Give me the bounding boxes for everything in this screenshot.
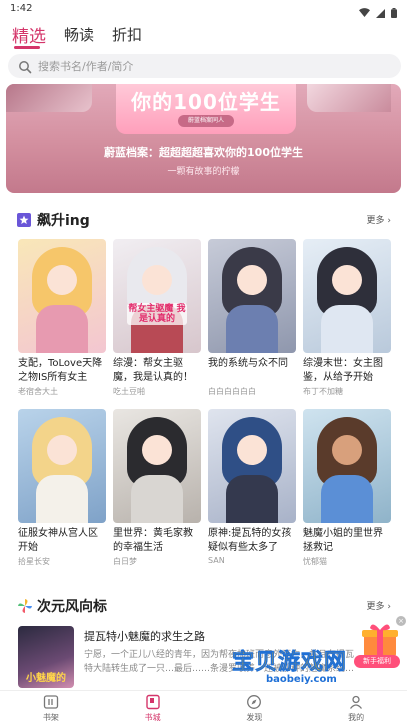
status-time: 1:42 <box>10 3 33 14</box>
tab-featured[interactable]: 精选 <box>12 22 46 47</box>
section-trend-more-link[interactable]: 更多 › <box>367 599 392 612</box>
book-card[interactable]: 支配，ToLove天降之物IS所有女主 老宿舍大土 <box>18 239 106 397</box>
promo-banner[interactable]: 你的100位学生 蔚蓝档案同人 蔚蓝档案：超超超超喜欢你的100位学生 一颗有故… <box>6 84 401 193</box>
nav-label: 发现 <box>246 713 263 722</box>
banner-title: 蔚蓝档案：超超超超喜欢你的100位学生 <box>104 146 303 159</box>
banner-card: 你的100位学生 蔚蓝档案同人 <box>116 84 296 134</box>
book-cover <box>18 239 106 353</box>
tab-discount[interactable]: 折扣 <box>112 24 142 45</box>
compass-icon <box>246 694 262 710</box>
book-card[interactable]: 里世界：黄毛家教的幸福生活 白日梦 <box>113 409 201 567</box>
chevron-right-icon: › <box>387 602 391 612</box>
book-author: 忧郁猫 <box>303 557 327 566</box>
close-icon[interactable]: × <box>396 616 406 626</box>
book-title: 综漫：帮女主驱魔，我是认真的！ <box>113 358 193 383</box>
status-bar: 1:42 <box>0 0 407 18</box>
book-author: 白日梦 <box>113 557 137 566</box>
list-book-description: 宁愿，一个正儿八经的青年，因为帮夜加班而意外死亡，并且在提瓦特大陆转生成了一只…… <box>84 650 355 674</box>
book-card[interactable]: 魅魔小姐的里世界拯救记 忧郁猫 <box>303 409 391 567</box>
nav-label: 我的 <box>348 713 365 722</box>
section-rising-header: 飙升ing 更多 › <box>0 208 407 232</box>
more-label: 更多 <box>366 602 385 612</box>
book-cover <box>18 409 106 523</box>
book-author: 吃土豆啪 <box>113 387 145 396</box>
book-card[interactable]: 征服女神从宫人区开始 拾星长安 <box>18 409 106 567</box>
book-author: 拾星长安 <box>18 557 50 566</box>
section-trend-title: 次元风向标 <box>37 599 107 615</box>
nav-discover[interactable]: 发现 <box>204 691 306 723</box>
book-icon <box>145 694 161 710</box>
nav-label: 书城 <box>144 713 161 722</box>
tab-unlimited-read[interactable]: 畅读 <box>64 24 94 45</box>
active-tab-indicator <box>14 46 40 49</box>
search-icon <box>18 59 32 74</box>
chevron-right-icon: › <box>387 216 391 226</box>
nav-label: 书架 <box>42 713 59 722</box>
search-bar[interactable]: 搜索书名/作者/简介 <box>8 54 401 78</box>
wifi-icon <box>359 8 370 17</box>
more-label: 更多 <box>366 216 385 226</box>
banner-subtitle: 一颗有故事的柠檬 <box>167 167 240 177</box>
list-cover-text: 小魅魔的 <box>26 673 66 684</box>
trend-list-item[interactable]: 小魅魔的 提瓦特小魅魔的求生之路 宁愿，一个正儿八经的青年，因为帮夜加班而意外死… <box>18 626 398 688</box>
banner-card-title: 你的100位学生 <box>131 90 281 114</box>
top-tabs: 精选 畅读 折扣 <box>0 18 407 50</box>
bookshelf-icon <box>43 694 59 710</box>
section-trend-header: 次元风向标 更多 › <box>0 594 407 618</box>
book-cover <box>303 239 391 353</box>
book-author: 老宿舍大土 <box>18 387 58 396</box>
list-book-title: 提瓦特小魅魔的求生之路 <box>84 630 205 643</box>
book-author: SAN <box>208 556 225 565</box>
book-title: 征服女神从宫人区开始 <box>18 528 98 553</box>
book-cover <box>208 409 296 523</box>
book-card[interactable]: 帮女主驱魔 我是认真的 综漫：帮女主驱魔，我是认真的！ 吃土豆啪 <box>113 239 201 397</box>
search-placeholder: 搜索书名/作者/简介 <box>38 60 134 73</box>
book-title: 里世界：黄毛家教的幸福生活 <box>113 528 193 553</box>
user-icon <box>348 694 364 710</box>
book-card[interactable]: 我的系统与众不同 白白白白白白 <box>208 239 296 397</box>
book-title: 支配，ToLove天降之物IS所有女主 <box>18 358 103 383</box>
book-title: 原神:提瓦特的女孩疑似有些太多了 <box>208 528 292 553</box>
banner-artwork-right <box>307 84 391 112</box>
cover-badge-text: 帮女主驱魔 我是认真的 <box>127 303 187 325</box>
pinwheel-icon <box>17 598 32 613</box>
list-book-cover: 小魅魔的 <box>18 626 74 688</box>
banner-artwork-left <box>6 84 92 112</box>
book-cover <box>113 409 201 523</box>
book-cover: 帮女主驱魔 我是认真的 <box>113 239 201 353</box>
section-rising-more-link[interactable]: 更多 › <box>367 213 392 226</box>
book-title: 综漫末世：女主图鉴，从给予开始 <box>303 358 383 383</box>
book-card[interactable]: 综漫末世：女主图鉴，从给予开始 布丁不加糖 <box>303 239 391 397</box>
book-title: 魅魔小姐的里世界拯救记 <box>303 528 383 553</box>
gift-label[interactable]: 新手福利 <box>354 655 400 668</box>
nav-bookshelf[interactable]: 书架 <box>0 691 102 723</box>
book-cover <box>303 409 391 523</box>
book-card[interactable]: 原神:提瓦特的女孩疑似有些太多了 SAN <box>208 409 296 565</box>
nav-bookstore[interactable]: 书城 <box>102 691 204 723</box>
banner-card-chip: 蔚蓝档案同人 <box>178 115 234 127</box>
section-rising-title: 飙升ing <box>37 213 90 229</box>
star-badge-icon <box>17 212 31 227</box>
book-author: 布丁不加糖 <box>303 387 343 396</box>
book-cover <box>208 239 296 353</box>
nav-profile[interactable]: 我的 <box>305 691 407 723</box>
book-title: 我的系统与众不同 <box>208 358 288 369</box>
book-author: 白白白白白白 <box>208 387 256 396</box>
bottom-nav: 书架 书城 发现 我的 <box>0 690 407 723</box>
